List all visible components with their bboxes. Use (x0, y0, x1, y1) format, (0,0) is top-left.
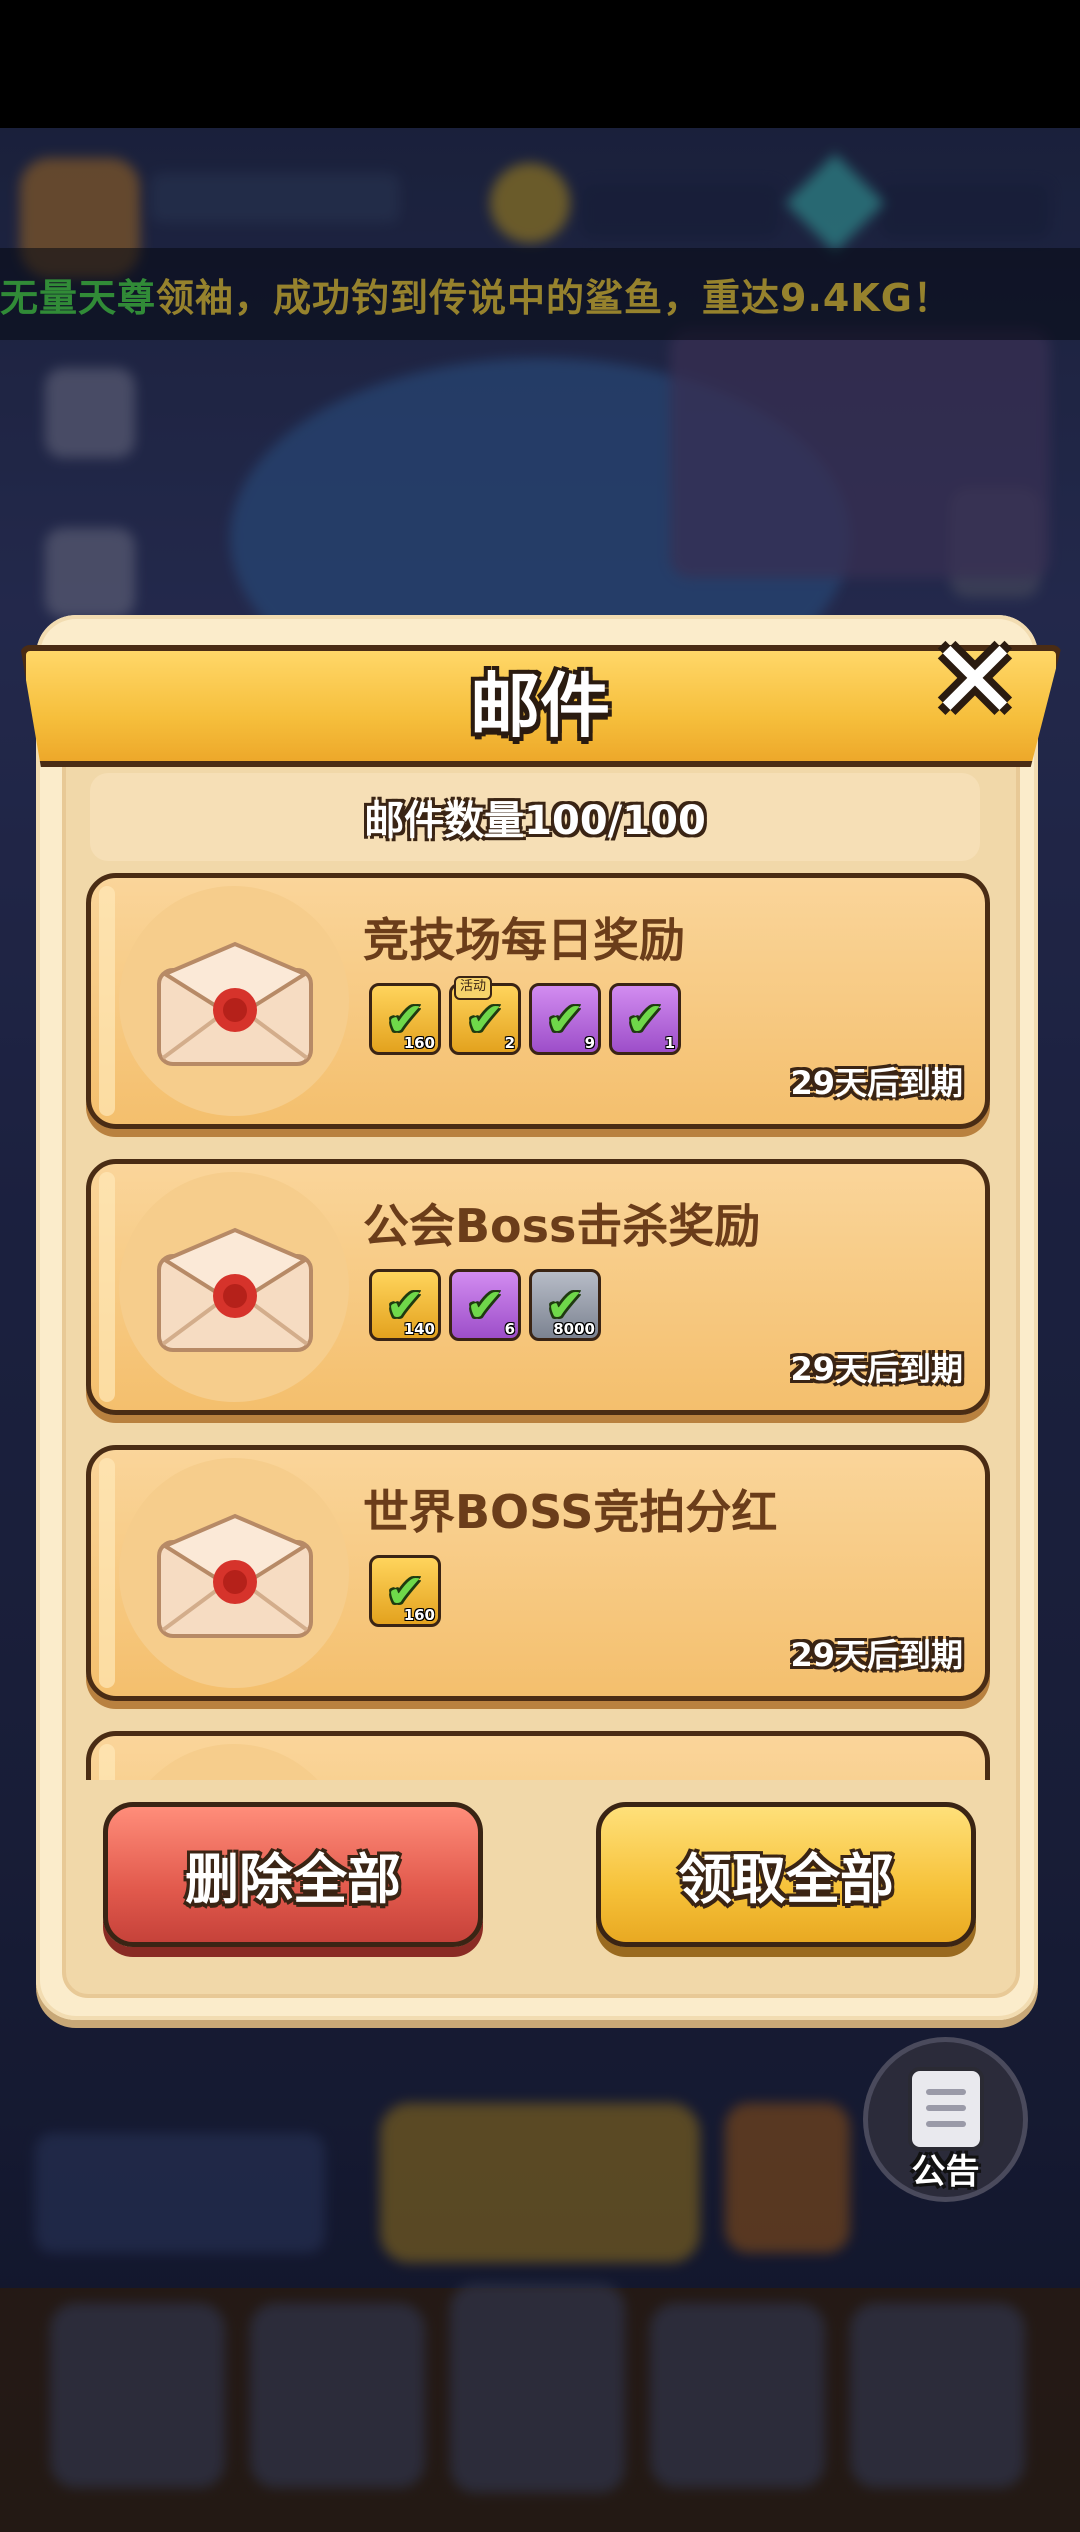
reward-count: 2 (504, 1034, 515, 1052)
reward-count: 160 (403, 1606, 435, 1624)
check-icon: ✔ (465, 992, 505, 1046)
reward-count: 1 (664, 1034, 675, 1052)
reward-item[interactable]: 活动 ✔ 2 (449, 976, 521, 1055)
mail-item[interactable]: 竞技场每日奖励 ✔ 160 活动 ✔ 2 ✔ 9 ✔ 1 29天后到期 (86, 873, 990, 1129)
close-button[interactable]: ✕ (920, 625, 1030, 735)
notice-button[interactable]: 公告 (868, 2042, 1023, 2197)
envelope-icon (157, 941, 313, 1066)
mail-list[interactable]: 竞技场每日奖励 ✔ 160 活动 ✔ 2 ✔ 9 ✔ 1 29天后到期 公会Boss击杀奖… (86, 873, 996, 1780)
claim-all-button[interactable]: 领取全部 (596, 1802, 976, 1947)
envelope-background (119, 1744, 349, 1780)
mail-expire: 29天后到期 (790, 1350, 963, 1388)
mail-item[interactable]: 世界BOSS竞拍分红 ✔ 160 29天后到期 (86, 1445, 990, 1701)
mail-expire: 29天后到期 (790, 1064, 963, 1102)
check-icon: ✔ (465, 1278, 505, 1332)
reward-item[interactable]: ✔ 1 (609, 983, 681, 1055)
reward-count: 6 (504, 1320, 515, 1338)
mail-expire: 29天后到期 (790, 1636, 963, 1674)
reward-badge: 活动 (454, 976, 493, 1000)
mail-item[interactable]: 公会Boss击杀奖励 ✔ 140 ✔ 6 ✔ 8000 29天后到期 (86, 1159, 990, 1415)
reward-list: ✔ 160 活动 ✔ 2 ✔ 9 ✔ 1 (369, 976, 681, 1055)
notice-label: 公告 (911, 2152, 980, 2192)
reward-count: 140 (403, 1320, 435, 1338)
notice-board-icon (908, 2067, 984, 2151)
envelope-icon (157, 1513, 313, 1638)
envelope-icon (157, 1227, 313, 1352)
mail-title: 竞技场每日奖励 (363, 913, 685, 967)
reward-item[interactable]: ✔ 8000 (529, 1269, 601, 1341)
reward-item[interactable]: ✔ 160 (369, 1555, 441, 1627)
mail-count-label: 邮件数量100/100 (90, 773, 980, 861)
delete-all-button[interactable]: 删除全部 (103, 1802, 483, 1947)
mail-title: 公会Boss击杀奖励 (363, 1199, 761, 1253)
reward-item[interactable]: ✔ 6 (449, 1269, 521, 1341)
reward-count: 9 (584, 1034, 595, 1052)
mail-item[interactable] (86, 1731, 990, 1780)
reward-count: 8000 (553, 1320, 595, 1338)
dialog-title: 邮件 (470, 664, 610, 747)
reward-item[interactable]: ✔ 160 (369, 983, 441, 1055)
mail-title: 世界BOSS竞拍分红 (363, 1485, 778, 1539)
reward-count: 160 (403, 1034, 435, 1052)
check-icon: ✔ (545, 992, 585, 1046)
check-icon: ✔ (625, 992, 665, 1046)
close-icon: ✕ (928, 616, 1022, 744)
status-bar-area (0, 0, 1080, 128)
reward-item[interactable]: ✔ 9 (529, 983, 601, 1055)
reward-item[interactable]: ✔ 140 (369, 1269, 441, 1341)
reward-list: ✔ 140 ✔ 6 ✔ 8000 (369, 1269, 601, 1341)
reward-list: ✔ 160 (369, 1555, 441, 1627)
